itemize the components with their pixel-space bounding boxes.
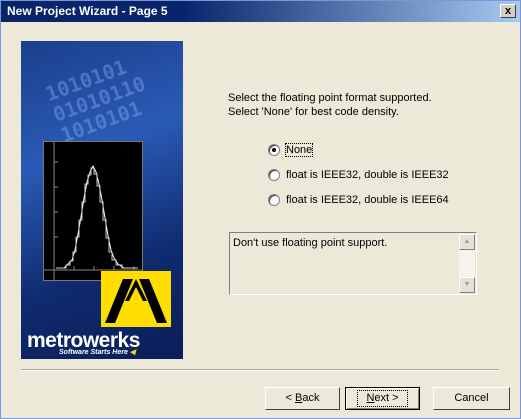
next-button[interactable]: Next > bbox=[345, 387, 420, 410]
instructions: Select the floating point format support… bbox=[228, 91, 432, 119]
radio-button[interactable] bbox=[268, 194, 280, 206]
arrow-icon: ◀ bbox=[129, 349, 136, 356]
up-arrow-icon: ▲ bbox=[463, 238, 471, 245]
separator bbox=[21, 369, 499, 371]
cancel-button[interactable]: Cancel bbox=[433, 387, 510, 410]
radio-label[interactable]: None bbox=[284, 143, 314, 157]
scroll-up-button[interactable]: ▲ bbox=[459, 234, 475, 250]
wizard-window: New Project Wizard - Page 5 x 1010101 01… bbox=[0, 0, 521, 419]
down-arrow-icon: ▼ bbox=[463, 281, 471, 288]
wizard-banner-image: 1010101 01010110 1010101 metrowerks Soft… bbox=[21, 41, 183, 359]
description-text: Don't use floating point support. bbox=[233, 237, 388, 249]
histogram-graphic bbox=[43, 141, 143, 281]
radio-option-none[interactable]: None bbox=[268, 142, 314, 158]
radio-label[interactable]: float is IEEE32, double is IEEE64 bbox=[286, 194, 449, 206]
vertical-scrollbar[interactable]: ▲ ▼ bbox=[459, 234, 475, 293]
description-box: Don't use floating point support. ▲ ▼ bbox=[229, 232, 477, 295]
brand-tagline: Software Starts Here ◀ bbox=[59, 349, 136, 356]
binary-background: 1010101 01010110 1010101 bbox=[42, 54, 149, 148]
instruction-line-2: Select 'None' for best code density. bbox=[228, 106, 399, 118]
radio-option-ieee32-ieee64[interactable]: float is IEEE32, double is IEEE64 bbox=[268, 192, 449, 208]
radio-button-checked[interactable] bbox=[268, 144, 280, 156]
radio-label[interactable]: float is IEEE32, double is IEEE32 bbox=[286, 169, 449, 181]
back-button[interactable]: < Back bbox=[265, 387, 340, 410]
radio-option-ieee32-ieee32[interactable]: float is IEEE32, double is IEEE32 bbox=[268, 167, 449, 183]
metrowerks-logo-icon bbox=[101, 271, 171, 327]
title-bar[interactable]: New Project Wizard - Page 5 x bbox=[1, 1, 520, 22]
radio-button[interactable] bbox=[268, 169, 280, 181]
close-icon: x bbox=[504, 5, 512, 17]
instruction-line-1: Select the floating point format support… bbox=[228, 92, 432, 104]
close-button[interactable]: x bbox=[500, 4, 516, 18]
window-title: New Project Wizard - Page 5 bbox=[7, 4, 168, 18]
scroll-down-button[interactable]: ▼ bbox=[459, 277, 475, 293]
